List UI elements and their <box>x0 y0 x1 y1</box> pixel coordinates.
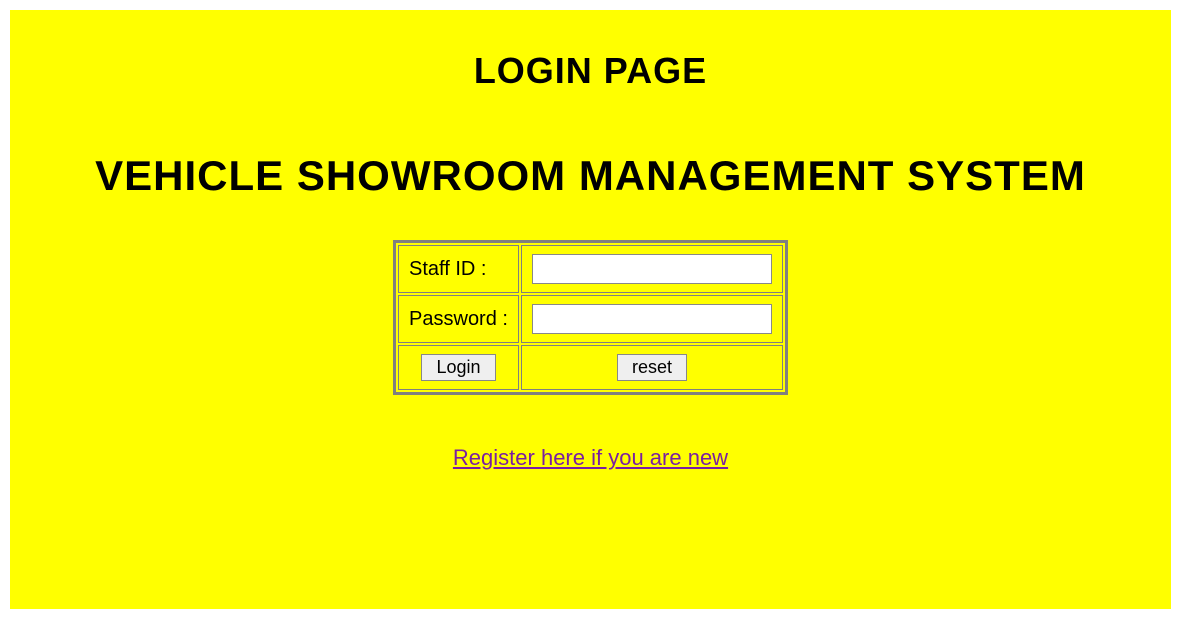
reset-button[interactable]: reset <box>617 354 687 381</box>
password-label: Password : <box>398 295 519 343</box>
page-title: LOGIN PAGE <box>20 50 1161 92</box>
staff-id-label: Staff ID : <box>398 245 519 293</box>
password-row: Password : <box>398 295 783 343</box>
login-form-table: Staff ID : Password : Login reset <box>393 240 788 395</box>
login-button[interactable]: Login <box>421 354 495 381</box>
reset-button-cell: reset <box>521 345 783 390</box>
buttons-row: Login reset <box>398 345 783 390</box>
staff-id-input[interactable] <box>532 254 772 284</box>
system-title: VEHICLE SHOWROOM MANAGEMENT SYSTEM <box>20 152 1161 200</box>
password-input[interactable] <box>532 304 772 334</box>
login-button-cell: Login <box>398 345 519 390</box>
register-link[interactable]: Register here if you are new <box>453 445 728 471</box>
staff-id-cell <box>521 245 783 293</box>
login-page: LOGIN PAGE VEHICLE SHOWROOM MANAGEMENT S… <box>10 10 1171 609</box>
password-cell <box>521 295 783 343</box>
staff-id-row: Staff ID : <box>398 245 783 293</box>
